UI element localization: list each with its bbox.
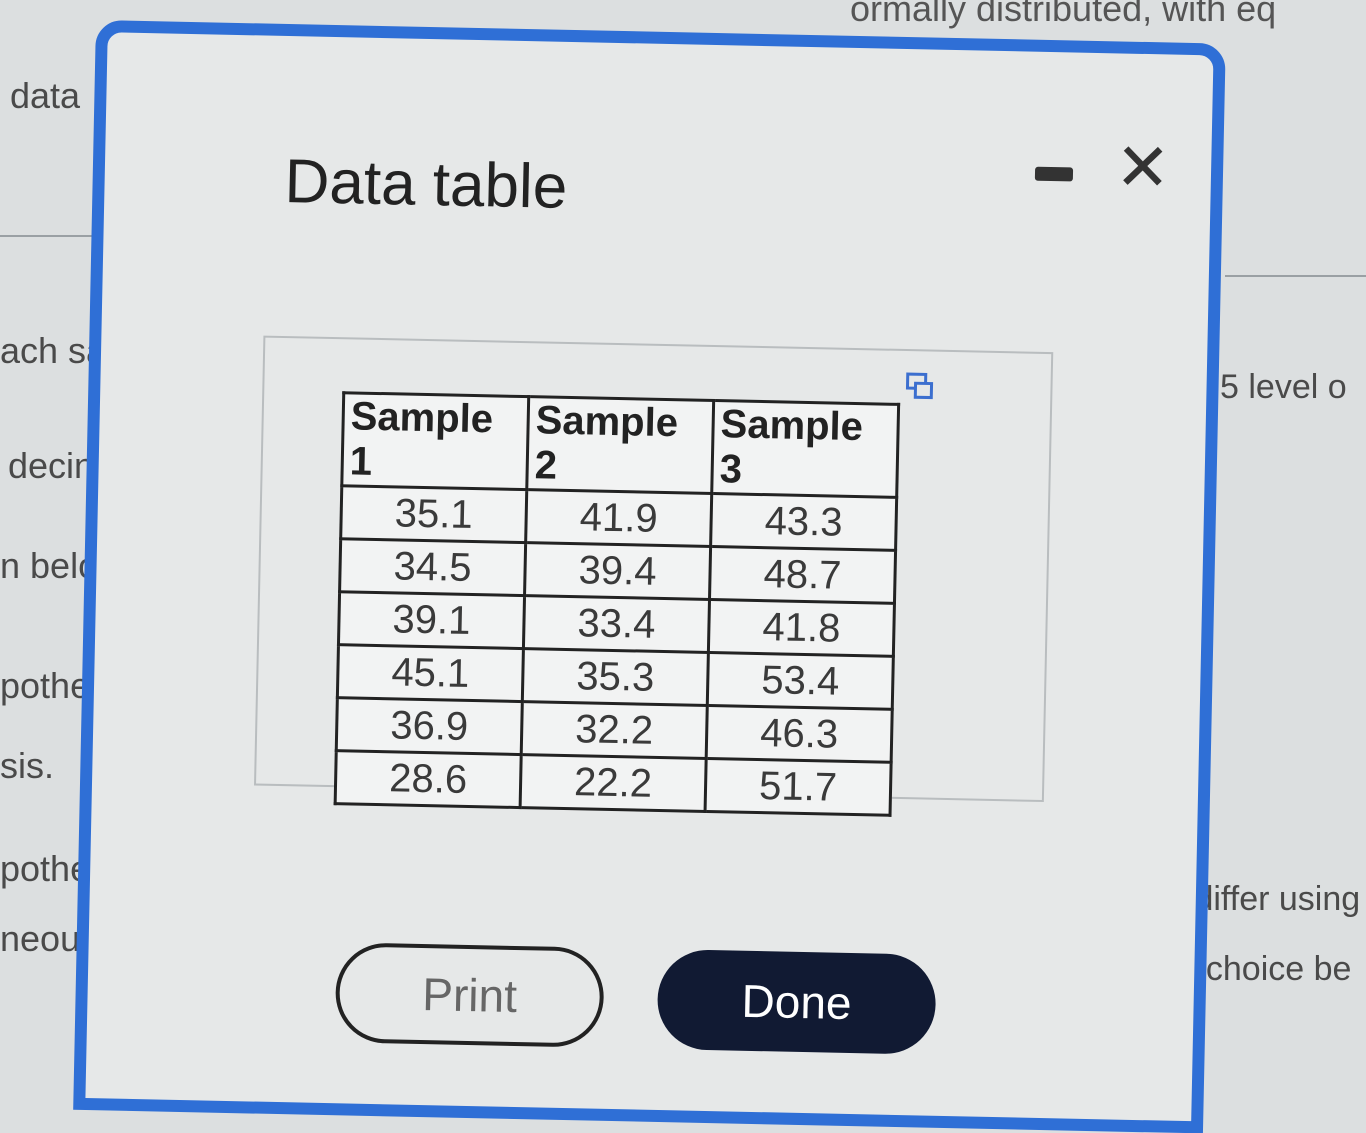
table-cell: 51.7: [705, 758, 892, 816]
column-header: Sample 1: [341, 392, 529, 490]
table-cell: 39.4: [524, 542, 711, 600]
table-cell: 45.1: [337, 644, 524, 702]
table-cell: 28.6: [335, 750, 522, 808]
minimize-icon[interactable]: [1034, 166, 1074, 182]
column-header: Sample 3: [711, 400, 899, 498]
table-cell: 41.8: [708, 599, 895, 657]
background-text: ormally distributed, with eq: [850, 0, 1277, 29]
close-icon[interactable]: ✕: [1114, 129, 1171, 204]
print-button[interactable]: Print: [334, 942, 605, 1048]
table-cell: 43.3: [710, 493, 897, 551]
background-divider: [1225, 275, 1366, 277]
expand-icon[interactable]: [904, 371, 935, 402]
table-cell: 48.7: [709, 546, 896, 604]
table-cell: 46.3: [706, 705, 893, 763]
table-cell: 39.1: [338, 591, 525, 649]
table-cell: 22.2: [520, 754, 707, 812]
table-cell: 35.3: [522, 648, 709, 706]
table-cell: 35.1: [340, 485, 527, 543]
background-text: 5 level o: [1220, 368, 1347, 406]
dialog-title: Data table: [283, 146, 568, 222]
data-table-dialog: Data table ✕ Sample 1 Sample 2 Sample 3 …: [73, 20, 1226, 1133]
done-button[interactable]: Done: [656, 948, 937, 1055]
table-cell: 53.4: [707, 652, 894, 710]
background-divider: [0, 235, 100, 237]
table-cell: 33.4: [523, 595, 710, 653]
column-header: Sample 2: [526, 396, 714, 494]
table-cell: 32.2: [521, 701, 708, 759]
table-cell: 34.5: [339, 538, 526, 596]
table-panel: Sample 1 Sample 2 Sample 3 35.1 41.9 43.…: [254, 335, 1054, 817]
table-cell: 36.9: [336, 697, 523, 755]
table-row: 28.6 22.2 51.7: [335, 750, 892, 816]
table-header-row: Sample 1 Sample 2 Sample 3: [341, 392, 899, 498]
table-cell: 41.9: [525, 489, 712, 547]
data-table: Sample 1 Sample 2 Sample 3 35.1 41.9 43.…: [333, 391, 901, 817]
